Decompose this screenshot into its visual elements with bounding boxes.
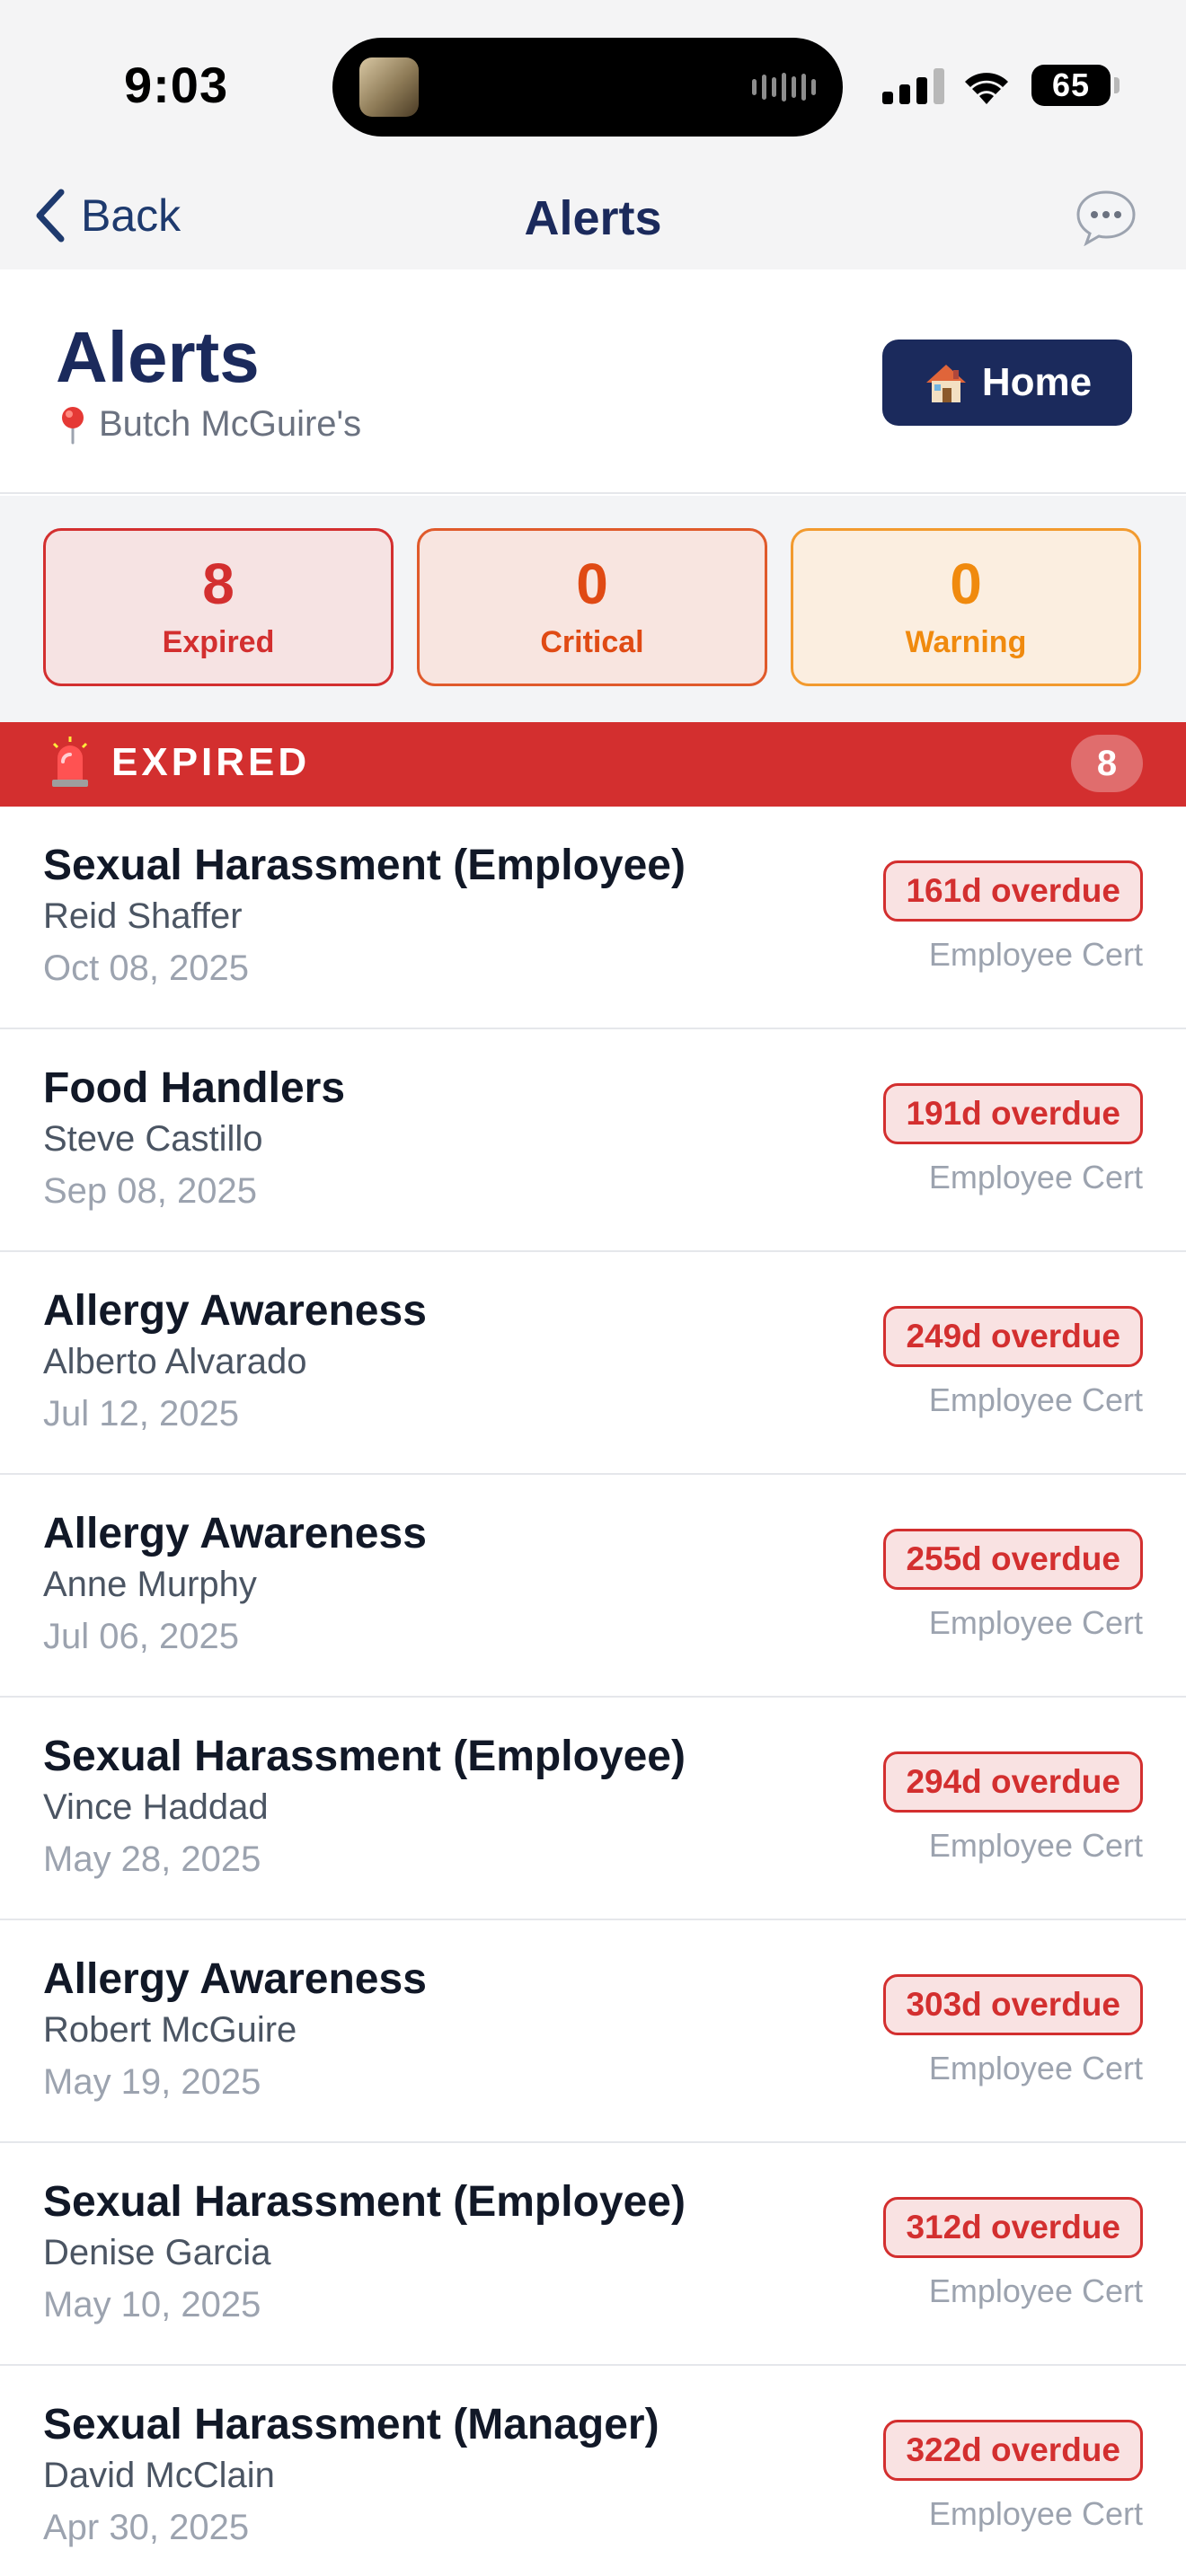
overdue-badge: 322d overdue xyxy=(883,2420,1143,2481)
warning-label: Warning xyxy=(905,624,1027,659)
warning-count: 0 xyxy=(950,551,982,616)
alert-employee: Robert McGuire xyxy=(43,2010,297,2050)
alert-title: Sexual Harassment (Employee) xyxy=(43,1733,686,1780)
alert-type: Employee Cert xyxy=(928,2495,1143,2532)
alert-row[interactable]: Sexual Harassment (Employee) Reid Shaffe… xyxy=(0,807,1186,1029)
alert-date: Oct 08, 2025 xyxy=(43,948,250,988)
summary-cards: 8 Expired 0 Critical 0 Warning xyxy=(0,496,1186,722)
alert-row[interactable]: Allergy Awareness Anne Murphy Jul 06, 20… xyxy=(0,1475,1186,1698)
alert-title: Allergy Awareness xyxy=(43,1287,427,1335)
battery-cap xyxy=(1114,77,1120,93)
overdue-badge: 294d overdue xyxy=(883,1751,1143,1813)
section-count: 8 xyxy=(1096,743,1118,783)
alert-type: Employee Cert xyxy=(928,1604,1143,1641)
alert-date: Jul 06, 2025 xyxy=(43,1617,239,1656)
alert-date: May 19, 2025 xyxy=(43,2062,261,2102)
alert-date: Sep 08, 2025 xyxy=(43,1171,257,1211)
battery-level: 65 xyxy=(1051,66,1091,103)
dynamic-island[interactable] xyxy=(332,38,843,137)
status-bar: 9:03 65 xyxy=(0,0,1186,162)
alert-employee: Denise Garcia xyxy=(43,2233,271,2272)
alert-employee: Anne Murphy xyxy=(43,1565,257,1604)
overdue-badge: 303d overdue xyxy=(883,1974,1143,2035)
alert-date: May 10, 2025 xyxy=(43,2285,261,2325)
overdue-text: 255d overdue xyxy=(906,1540,1120,1577)
alert-title: Sexual Harassment (Employee) xyxy=(43,2178,686,2226)
alert-date: Jul 12, 2025 xyxy=(43,1394,239,1434)
expired-label: Expired xyxy=(162,624,275,659)
overdue-text: 322d overdue xyxy=(906,2431,1120,2468)
overdue-badge: 255d overdue xyxy=(883,1529,1143,1590)
critical-count: 0 xyxy=(576,551,608,616)
alert-employee: Alberto Alvarado xyxy=(43,1342,307,1381)
alert-title: Sexual Harassment (Employee) xyxy=(43,842,686,889)
alert-title: Sexual Harassment (Manager) xyxy=(43,2401,659,2448)
alert-row[interactable]: Sexual Harassment (Manager) David McClai… xyxy=(0,2366,1186,2576)
critical-summary-card[interactable]: 0 Critical xyxy=(417,528,767,686)
expired-summary-card[interactable]: 8 Expired xyxy=(43,528,394,686)
navigation-bar: Back Alerts xyxy=(0,162,1186,269)
alert-title: Allergy Awareness xyxy=(43,1955,427,2003)
alert-title: Food Handlers xyxy=(43,1064,346,1112)
expired-count: 8 xyxy=(202,551,235,616)
alert-list: Sexual Harassment (Employee) Reid Shaffe… xyxy=(0,807,1186,2576)
alert-type: Employee Cert xyxy=(928,2050,1143,2086)
alert-type: Employee Cert xyxy=(928,2272,1143,2309)
cellular-signal-icon xyxy=(882,68,944,104)
chat-bubble-icon[interactable] xyxy=(1075,189,1137,246)
overdue-badge: 191d overdue xyxy=(883,1083,1143,1144)
overdue-badge: 312d overdue xyxy=(883,2197,1143,2258)
section-title: EXPIRED xyxy=(111,740,311,784)
alert-row[interactable]: Food Handlers Steve Castillo Sep 08, 202… xyxy=(0,1029,1186,1252)
page-title: Alerts xyxy=(56,317,260,397)
alert-employee: Steve Castillo xyxy=(43,1119,263,1159)
audio-waveform-icon xyxy=(752,72,816,102)
house-icon xyxy=(925,365,966,402)
section-count-badge: 8 xyxy=(1071,735,1143,792)
page-header: Alerts Butch McGuire's Home xyxy=(0,269,1186,494)
location-pin-icon xyxy=(62,406,84,444)
overdue-text: 161d overdue xyxy=(906,872,1120,909)
overdue-text: 303d overdue xyxy=(906,1986,1120,2023)
alert-date: Apr 30, 2025 xyxy=(43,2508,250,2547)
status-time: 9:03 xyxy=(124,57,229,113)
alert-type: Employee Cert xyxy=(928,936,1143,973)
alert-title: Allergy Awareness xyxy=(43,1510,427,1557)
alert-row[interactable]: Allergy Awareness Robert McGuire May 19,… xyxy=(0,1920,1186,2143)
overdue-text: 249d overdue xyxy=(906,1318,1120,1354)
alert-employee: David McClain xyxy=(43,2456,275,2495)
nav-title: Alerts xyxy=(524,191,662,245)
alert-type: Employee Cert xyxy=(928,1381,1143,1418)
alert-type: Employee Cert xyxy=(928,1159,1143,1195)
wifi-icon xyxy=(965,73,1008,104)
location: Butch McGuire's xyxy=(58,404,361,445)
location-name: Butch McGuire's xyxy=(99,404,362,444)
warning-summary-card[interactable]: 0 Warning xyxy=(791,528,1141,686)
alert-employee: Vince Haddad xyxy=(43,1787,269,1827)
overdue-badge: 249d overdue xyxy=(883,1306,1143,1367)
expired-section-header: EXPIRED 8 xyxy=(0,722,1186,807)
overdue-text: 191d overdue xyxy=(906,1095,1120,1132)
alert-type: Employee Cert xyxy=(928,1827,1143,1864)
alert-employee: Reid Shaffer xyxy=(43,896,243,936)
alert-date: May 28, 2025 xyxy=(43,1839,261,1879)
siren-icon xyxy=(52,737,88,787)
overdue-text: 294d overdue xyxy=(906,1763,1120,1800)
battery-icon: 65 xyxy=(1031,65,1111,106)
alert-row[interactable]: Sexual Harassment (Employee) Vince Hadda… xyxy=(0,1698,1186,1920)
now-playing-thumbnail xyxy=(359,57,419,117)
critical-label: Critical xyxy=(540,624,644,659)
overdue-text: 312d overdue xyxy=(906,2209,1120,2245)
home-button[interactable]: Home xyxy=(882,340,1132,426)
home-button-label: Home xyxy=(981,360,1093,404)
alert-row[interactable]: Allergy Awareness Alberto Alvarado Jul 1… xyxy=(0,1252,1186,1475)
alert-row[interactable]: Sexual Harassment (Employee) Denise Garc… xyxy=(0,2143,1186,2366)
overdue-badge: 161d overdue xyxy=(883,860,1143,922)
